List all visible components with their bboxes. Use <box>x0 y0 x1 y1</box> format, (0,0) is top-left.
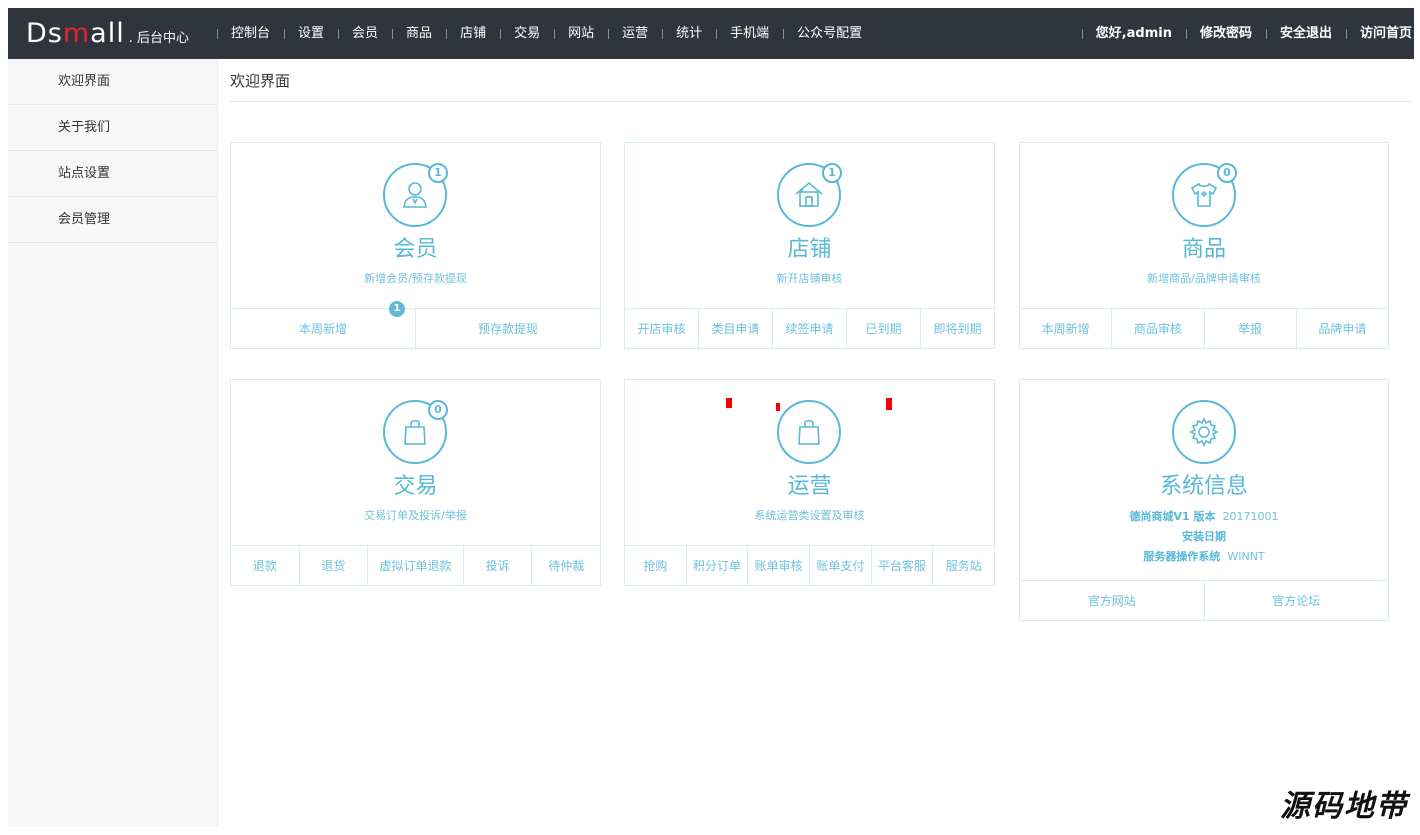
artifact <box>886 398 892 410</box>
sidebar-item-about[interactable]: 关于我们 <box>8 105 217 151</box>
gear-icon <box>1172 400 1236 464</box>
artifact <box>776 403 780 411</box>
nav-item-dashboard[interactable]: 控制台 <box>217 8 284 59</box>
trade-complaint-link[interactable]: 投诉 <box>462 546 532 585</box>
member-withdraw-link[interactable]: 预存款提现 <box>415 309 600 348</box>
member-badge: 1 <box>428 163 448 183</box>
store-category-apply-link[interactable]: 类目申请 <box>698 309 772 348</box>
logout-link[interactable]: 安全退出 <box>1265 8 1346 59</box>
nav-item-stores[interactable]: 店铺 <box>446 8 500 59</box>
title-divider <box>230 101 1412 102</box>
trade-title: 交易 <box>393 474 438 499</box>
nav-item-website[interactable]: 网站 <box>554 8 608 59</box>
top-bar: Dsmall . 后台中心 控制台 设置 会员 商品 店铺 交易 网站 运营 统… <box>8 8 1414 59</box>
user-nav: 您好,admin 修改密码 安全退出 访问首页 <box>1081 8 1414 59</box>
store-open-review-link[interactable]: 开店审核 <box>625 309 698 348</box>
operation-flash-sale-link[interactable]: 抢购 <box>625 546 686 585</box>
trade-refund-link[interactable]: 退款 <box>231 546 299 585</box>
nav-item-wechat[interactable]: 公众号配置 <box>783 8 876 59</box>
sidebar-item-member-management[interactable]: 会员管理 <box>8 197 217 243</box>
store-card: 1 店铺 新开店铺审核 开店审核 类目申请 续签申请 已到期 即将到期 <box>624 142 995 349</box>
member-title: 会员 <box>393 237 438 262</box>
nav-item-stats[interactable]: 统计 <box>662 8 716 59</box>
operation-card: 运营 系统运营类设置及审核 抢购 积分订单 账单审核 账单支付 平台客服 服务站 <box>624 379 995 586</box>
watermark: 源码地带 <box>1280 789 1408 824</box>
system-info-details: 德尚商城V1 版本 20171001 安装日期 服务器操作系统 WINNT <box>1020 507 1388 567</box>
operation-bill-review-link[interactable]: 账单审核 <box>747 546 809 585</box>
operation-service-station-link[interactable]: 服务站 <box>932 546 994 585</box>
sidebar-item-site-settings[interactable]: 站点设置 <box>8 151 217 197</box>
main-content: 欢迎界面 1 会员 新增会员/预存款提现 本周新增 1 预存款提现 1 店铺 新… <box>218 59 1414 827</box>
goods-title: 商品 <box>1181 237 1226 262</box>
sidebar: 欢迎界面 关于我们 站点设置 会员管理 <box>8 59 218 827</box>
artifact <box>726 398 732 408</box>
server-os-label: 服务器操作系统 <box>1143 550 1221 563</box>
operation-points-order-link[interactable]: 积分订单 <box>685 546 748 585</box>
trade-arbitration-link[interactable]: 待仲裁 <box>531 546 600 585</box>
store-badge: 1 <box>822 163 842 183</box>
operation-platform-service-link[interactable]: 平台客服 <box>870 546 933 585</box>
system-info-title: 系统信息 <box>1159 474 1248 499</box>
sidebar-item-welcome[interactable]: 欢迎界面 <box>8 59 217 105</box>
server-os-value: WINNT <box>1227 550 1265 563</box>
logo-text: Dsmall <box>26 18 125 49</box>
weekly-new-badge: 1 <box>389 301 405 317</box>
member-subtitle: 新增会员/预存款提现 <box>364 272 467 285</box>
goods-brand-apply-link[interactable]: 品牌申请 <box>1295 309 1388 348</box>
nav-item-mobile[interactable]: 手机端 <box>716 8 783 59</box>
visit-home-link[interactable]: 访问首页 <box>1345 8 1414 59</box>
page-title: 欢迎界面 <box>230 72 291 90</box>
trade-virtual-refund-link[interactable]: 虚拟订单退款 <box>367 546 463 585</box>
main-nav: 控制台 设置 会员 商品 店铺 交易 网站 运营 统计 手机端 公众号配置 <box>217 8 876 59</box>
version-label: 德尚商城V1 版本 <box>1129 510 1216 523</box>
operation-bill-pay-link[interactable]: 账单支付 <box>809 546 871 585</box>
system-info-card: 系统信息 德尚商城V1 版本 20171001 安装日期 服务器操作系统 WIN… <box>1019 379 1389 621</box>
operation-subtitle: 系统运营类设置及审核 <box>754 509 865 522</box>
store-expired-link[interactable]: 已到期 <box>846 309 920 348</box>
nav-item-members[interactable]: 会员 <box>338 8 392 59</box>
goods-card: 0 商品 新增商品/品牌申请审核 本周新增 商品审核 举报 品牌申请 <box>1019 142 1389 349</box>
bag-icon <box>777 400 841 464</box>
greeting: 您好,admin <box>1081 8 1186 59</box>
goods-badge: 0 <box>1217 163 1237 183</box>
version-value: 20171001 <box>1222 510 1279 523</box>
change-password-link[interactable]: 修改密码 <box>1185 8 1266 59</box>
member-card: 1 会员 新增会员/预存款提现 本周新增 1 预存款提现 <box>230 142 601 349</box>
trade-badge: 0 <box>428 400 448 420</box>
trade-card: 0 交易 交易订单及投诉/举报 退款 退货 虚拟订单退款 投诉 待仲裁 <box>230 379 601 586</box>
official-forum-link[interactable]: 官方论坛 <box>1203 581 1389 620</box>
goods-review-link[interactable]: 商品审核 <box>1111 309 1203 348</box>
store-title: 店铺 <box>787 237 832 262</box>
member-weekly-new-link[interactable]: 本周新增 1 <box>231 301 415 348</box>
install-date-label: 安装日期 <box>1182 530 1226 543</box>
goods-report-link[interactable]: 举报 <box>1203 309 1296 348</box>
trade-subtitle: 交易订单及投诉/举报 <box>364 509 467 522</box>
logo[interactable]: Dsmall . 后台中心 <box>26 18 189 50</box>
logo-subtitle: . 后台中心 <box>128 31 189 46</box>
trade-return-link[interactable]: 退货 <box>298 546 368 585</box>
store-subtitle: 新开店铺审核 <box>776 272 843 285</box>
goods-subtitle: 新增商品/品牌申请审核 <box>1147 272 1261 285</box>
store-expiring-link[interactable]: 即将到期 <box>920 309 994 348</box>
goods-weekly-new-link[interactable]: 本周新增 <box>1020 309 1111 348</box>
store-renew-apply-link[interactable]: 续签申请 <box>772 309 846 348</box>
cell-label: 本周新增 <box>298 322 347 336</box>
nav-item-settings[interactable]: 设置 <box>284 8 338 59</box>
official-website-link[interactable]: 官方网站 <box>1020 581 1204 620</box>
nav-item-operation[interactable]: 运营 <box>608 8 662 59</box>
nav-item-trade[interactable]: 交易 <box>500 8 554 59</box>
operation-title: 运营 <box>787 474 832 499</box>
nav-item-goods[interactable]: 商品 <box>392 8 446 59</box>
